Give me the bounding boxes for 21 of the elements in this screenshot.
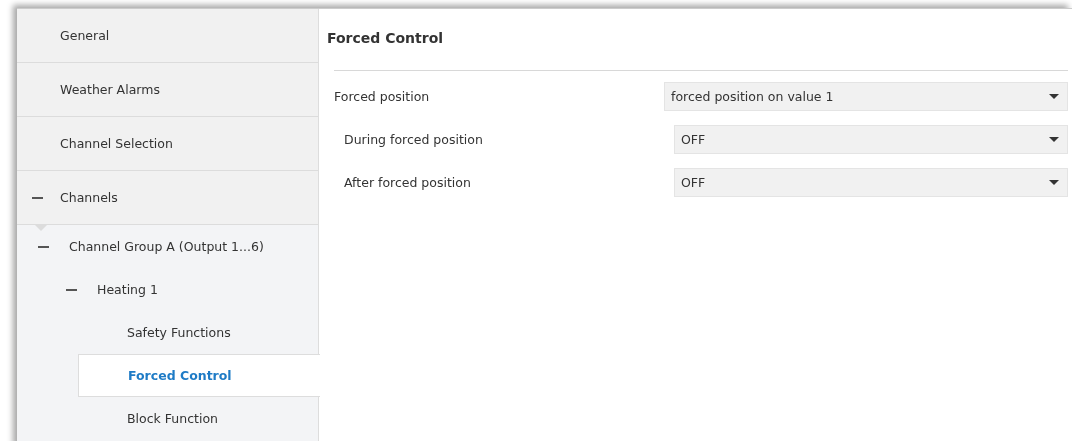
sidebar-item[interactable]: Safety Functions — [17, 311, 318, 354]
collapse-icon[interactable] — [32, 196, 43, 199]
sidebar-item[interactable]: Forced Control — [78, 354, 320, 397]
collapse-icon[interactable] — [66, 288, 77, 291]
sidebar-item[interactable]: Block Function — [17, 397, 318, 440]
sidebar-item[interactable]: Channel Selection — [17, 117, 318, 171]
dropdown[interactable]: forced position on value 1 — [664, 82, 1068, 111]
sidebar-item[interactable]: Channel Group A (Output 1...6) — [17, 225, 318, 268]
parameter-label: Forced position — [334, 89, 431, 104]
sidebar-item[interactable]: General — [17, 9, 318, 63]
caret-icon — [1049, 137, 1059, 142]
parameter-label: After forced position — [343, 175, 472, 190]
parameter-label: During forced position — [343, 132, 484, 147]
sidebar-item[interactable]: Weather Alarms — [17, 63, 318, 117]
caret-icon — [1049, 180, 1059, 185]
collapse-icon[interactable] — [38, 245, 49, 248]
dropdown[interactable]: OFF — [674, 125, 1068, 154]
dropdown[interactable]: OFF — [674, 168, 1068, 197]
sidebar-item[interactable]: Heating 1 — [17, 268, 318, 311]
caret-icon — [1049, 94, 1059, 99]
panel-title: Forced Control — [326, 29, 445, 48]
